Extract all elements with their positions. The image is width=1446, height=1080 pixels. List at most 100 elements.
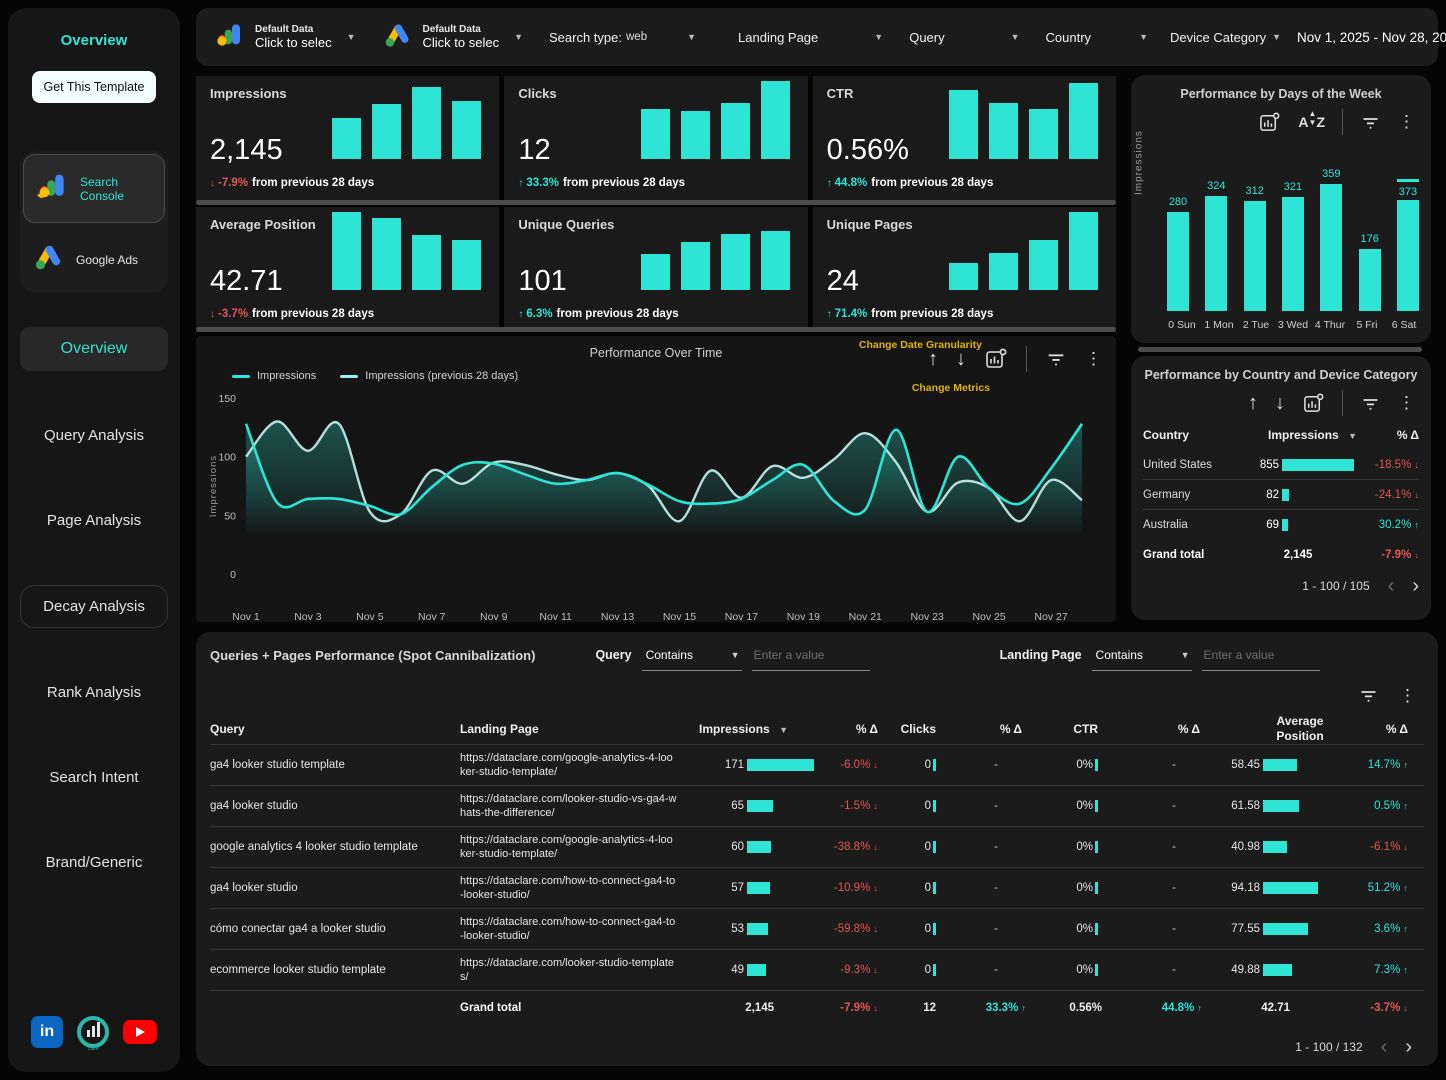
search-type-filter[interactable]: Search type: web ▼	[549, 30, 696, 45]
svg-text:Nov 1: Nov 1	[232, 611, 260, 623]
chart-settings-icon[interactable]	[1258, 111, 1281, 134]
move-up-icon[interactable]: ↑	[1248, 392, 1258, 415]
move-down-icon[interactable]: ↓	[1275, 392, 1285, 415]
query-operator-select[interactable]: Contains▼	[642, 642, 742, 671]
date-range-picker[interactable]: Nov 1, 2025 - Nov 28, 2025 ▼	[1297, 30, 1446, 45]
more-vert-icon[interactable]: ⋮	[1085, 349, 1102, 369]
next-page-icon[interactable]: ›	[1412, 579, 1419, 593]
sidebar-item-decay-analysis[interactable]: Decay Analysis	[20, 585, 168, 628]
filter-icon[interactable]	[1045, 348, 1067, 370]
more-vert-icon[interactable]: ⋮	[1398, 393, 1415, 413]
sidebar-item-page-analysis[interactable]: Page Analysis	[20, 500, 168, 541]
linkedin-icon[interactable]: in	[31, 1016, 63, 1048]
prev-page-icon[interactable]: ‹	[1381, 1040, 1388, 1054]
toolbar-divider	[1342, 390, 1343, 416]
column-header-ctr-delta[interactable]: % Δ	[1120, 722, 1210, 736]
column-header-avg-position[interactable]: Average Position	[1268, 714, 1338, 744]
imp-delta-cell: -59.8% ↓	[814, 923, 884, 935]
filter-bar: Default Data Click to selec ▼ Default Da…	[196, 8, 1438, 66]
chart-settings-icon[interactable]	[984, 347, 1008, 371]
data-source-group: Search Console Google Ads	[20, 151, 168, 293]
column-header-delta[interactable]: % Δ	[1357, 428, 1419, 442]
horizontal-scrollbar[interactable]	[196, 200, 1116, 205]
spark-bar	[452, 101, 481, 159]
table-row[interactable]: United States855-18.5% ↓	[1143, 450, 1419, 480]
table-row[interactable]: ecommerce looker studio templatehttps://…	[210, 949, 1424, 990]
filter-icon[interactable]	[1358, 685, 1379, 706]
more-vert-icon[interactable]: ⋮	[1398, 112, 1415, 132]
column-header-clicks-delta[interactable]: % Δ	[954, 722, 1040, 736]
chart-settings-icon[interactable]	[1302, 392, 1325, 415]
landing-page-filter[interactable]: Landing Page ▼	[738, 30, 883, 45]
country-name: Australia	[1143, 519, 1239, 531]
line-chart-plot[interactable]: 150100500Nov 1Nov 3Nov 5Nov 7Nov 9Nov 11…	[204, 388, 1104, 631]
filter-icon[interactable]	[1360, 393, 1381, 414]
table-row[interactable]: ga4 looker studio templatehttps://datacl…	[210, 744, 1424, 785]
landing-page-operator-select[interactable]: Contains▼	[1092, 642, 1192, 671]
sidebar-item-brand-generic[interactable]: Brand/Generic	[20, 842, 168, 883]
scorecard-impressions[interactable]: Impressions2,145↓-7.9%from previous 28 d…	[196, 76, 499, 201]
device-category-filter[interactable]: Device Category ▼	[1170, 30, 1281, 45]
bar-5-fri[interactable]: 176	[1357, 233, 1383, 311]
scorecard-clicks[interactable]: Clicks12↑33.3%from previous 28 days	[504, 76, 807, 201]
table-row[interactable]: google analytics 4 looker studio templat…	[210, 826, 1424, 867]
sidebar-item-search-console[interactable]: Search Console	[23, 154, 165, 223]
sidebar-footer: in	[20, 1016, 168, 1054]
column-header-ctr[interactable]: CTR	[1040, 722, 1120, 736]
landing-page-filter-input[interactable]	[1202, 642, 1320, 671]
get-template-button[interactable]: Get This Template	[32, 71, 157, 103]
filter-icon[interactable]	[1360, 112, 1381, 133]
bar-6-sat[interactable]: 373	[1395, 179, 1421, 311]
table-row[interactable]: cómo conectar ga4 a looker studiohttps:/…	[210, 908, 1424, 949]
scorecard-unique-pages[interactable]: Unique Pages24↑71.4%from previous 28 day…	[813, 207, 1116, 332]
sidebar-item-google-ads[interactable]: Google Ads	[20, 226, 168, 293]
sidebar-item-rank-analysis[interactable]: Rank Analysis	[20, 672, 168, 713]
query-filter[interactable]: Query ▼	[909, 30, 1019, 45]
youtube-icon[interactable]	[123, 1020, 157, 1044]
sidebar-item-query-analysis[interactable]: Query Analysis	[20, 415, 168, 456]
bar-chart-plot[interactable]: 280 324 312 321 359 176 373	[1165, 165, 1421, 311]
column-header-country[interactable]: Country	[1143, 428, 1239, 442]
bar-2-tue[interactable]: 312	[1242, 185, 1268, 311]
bar-3-wed[interactable]: 321	[1280, 181, 1306, 311]
spark-bar	[1069, 212, 1098, 290]
source-label: Google Ads	[76, 253, 138, 267]
search-console-data-selector[interactable]: Default Data Click to selec ▼	[214, 19, 356, 56]
table-row[interactable]: ga4 looker studiohttps://dataclare.com/h…	[210, 867, 1424, 908]
next-page-icon[interactable]: ›	[1405, 1040, 1412, 1054]
spark-bar	[372, 104, 401, 159]
google-ads-data-selector[interactable]: Default Data Click to selec ▼	[382, 19, 524, 56]
column-header-landing-page[interactable]: Landing Page	[460, 722, 692, 736]
landing-page-filter-group: Landing Page Contains▼	[1000, 642, 1320, 671]
country-filter[interactable]: Country ▼	[1046, 30, 1148, 45]
column-header-impressions[interactable]: Impressions ▼	[692, 722, 814, 736]
sidebar-item-overview[interactable]: Overview	[20, 327, 168, 371]
scorecard-ctr[interactable]: CTR0.56%↑44.8%from previous 28 days	[813, 76, 1116, 201]
clicks-delta-cell: -	[954, 841, 1040, 853]
dataclare-logo-icon[interactable]	[77, 1016, 109, 1048]
sort-alpha-icon[interactable]: A▲▼Z	[1298, 113, 1325, 131]
prev-page-icon[interactable]: ‹	[1388, 579, 1395, 593]
column-header-impressions[interactable]: Impressions ▼	[1239, 428, 1357, 442]
bar-4-thur[interactable]: 359	[1318, 168, 1344, 311]
bar-1-mon[interactable]: 324	[1203, 180, 1229, 311]
table-row[interactable]: ga4 looker studiohttps://dataclare.com/l…	[210, 785, 1424, 826]
grand-total-row: Grand total2,145-7.9% ↓1233.3% ↑0.56%44.…	[210, 990, 1424, 1024]
horizontal-scrollbar[interactable]	[196, 327, 1116, 332]
bar-0-sun[interactable]: 280	[1165, 196, 1191, 311]
scorecard-unique-queries[interactable]: Unique Queries101↑6.3%from previous 28 d…	[504, 207, 807, 332]
column-header-query[interactable]: Query	[210, 722, 460, 736]
horizontal-scrollbar[interactable]	[1138, 347, 1422, 352]
scorecard-average-position[interactable]: Average Position42.71↓-3.7%from previous…	[196, 207, 499, 332]
svg-text:Nov 17: Nov 17	[725, 611, 758, 623]
sidebar-item-search-intent[interactable]: Search Intent	[20, 757, 168, 798]
scorecard-sparkline	[641, 81, 790, 159]
column-header-pos-delta[interactable]: % Δ	[1338, 722, 1414, 736]
query-filter-input[interactable]	[752, 642, 870, 671]
table-row[interactable]: Australia6930.2% ↑	[1143, 510, 1419, 540]
column-header-imp-delta[interactable]: % Δ	[814, 722, 884, 736]
more-vert-icon[interactable]: ⋮	[1399, 685, 1416, 706]
table-row[interactable]: Germany82-24.1% ↓	[1143, 480, 1419, 510]
column-header-clicks[interactable]: Clicks	[884, 722, 954, 736]
ctr-delta-cell: -	[1120, 841, 1210, 853]
